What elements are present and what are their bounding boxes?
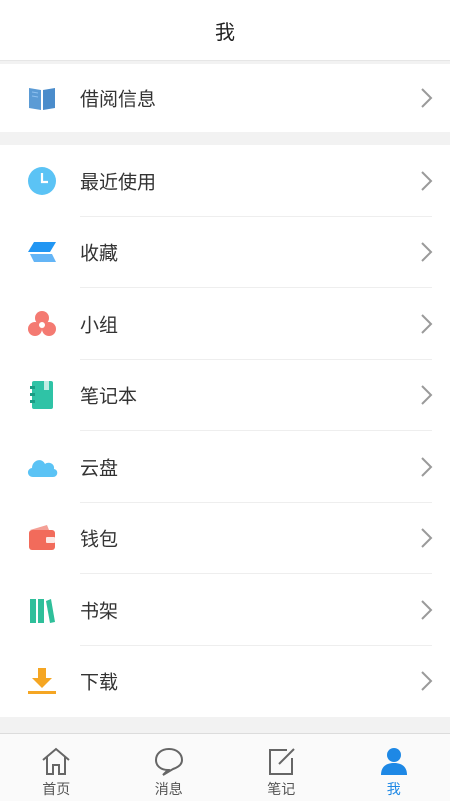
wallet-icon: [24, 520, 60, 556]
menu-item-label: 云盘: [80, 453, 118, 480]
menu-item-recent[interactable]: 最近使用: [0, 145, 450, 217]
group-icon: [24, 306, 60, 342]
chevron-right-icon: [416, 84, 436, 112]
menu-item-bookshelf[interactable]: 书架: [0, 574, 450, 646]
menu-item-label: 书架: [80, 596, 118, 623]
menu-item-download[interactable]: 下载: [0, 646, 450, 718]
home-icon: [39, 744, 73, 778]
chevron-right-icon: [416, 310, 436, 338]
cloud-icon: [24, 449, 60, 485]
tab-label: 首页: [42, 779, 70, 799]
menu-item-label: 下载: [80, 668, 118, 695]
menu-item-label: 最近使用: [80, 167, 156, 194]
chevron-right-icon: [416, 524, 436, 552]
chat-bubble-icon: [152, 744, 186, 778]
menu-item-label: 笔记本: [80, 382, 137, 409]
favorites-icon: [24, 234, 60, 270]
app-header: 我: [0, 0, 450, 61]
borrow-group: 借阅信息: [0, 64, 450, 132]
chevron-right-icon: [416, 596, 436, 624]
menu-item-wallet[interactable]: 钱包: [0, 503, 450, 575]
features-group: 最近使用 收藏 小组 笔记本 云盘: [0, 145, 450, 717]
chevron-right-icon: [416, 167, 436, 195]
menu-item-groups[interactable]: 小组: [0, 288, 450, 360]
menu-item-label: 钱包: [80, 525, 118, 552]
tab-notes[interactable]: 笔记: [225, 734, 338, 801]
menu-item-favorites[interactable]: 收藏: [0, 217, 450, 289]
tab-messages[interactable]: 消息: [113, 734, 226, 801]
tab-home[interactable]: 首页: [0, 734, 113, 801]
open-book-icon: [24, 80, 60, 116]
page-title: 我: [215, 16, 235, 45]
menu-item-borrow-info[interactable]: 借阅信息: [0, 64, 450, 132]
menu-item-cloud-drive[interactable]: 云盘: [0, 431, 450, 503]
tab-label: 我: [387, 779, 401, 799]
person-icon: [377, 744, 411, 778]
menu-item-label: 收藏: [80, 239, 118, 266]
menu-item-label: 借阅信息: [80, 85, 156, 112]
bookshelf-icon: [24, 592, 60, 628]
chevron-right-icon: [416, 238, 436, 266]
tab-label: 笔记: [267, 779, 295, 799]
clock-icon: [24, 163, 60, 199]
download-icon: [24, 663, 60, 699]
chevron-right-icon: [416, 667, 436, 695]
chevron-right-icon: [416, 381, 436, 409]
edit-note-icon: [264, 744, 298, 778]
menu-item-label: 小组: [80, 310, 118, 337]
bottom-tab-bar: 首页 消息 笔记 我: [0, 733, 450, 801]
tab-label: 消息: [155, 779, 183, 799]
chevron-right-icon: [416, 453, 436, 481]
tab-me[interactable]: 我: [338, 734, 450, 801]
menu-item-notebook[interactable]: 笔记本: [0, 360, 450, 432]
notebook-icon: [24, 377, 60, 413]
